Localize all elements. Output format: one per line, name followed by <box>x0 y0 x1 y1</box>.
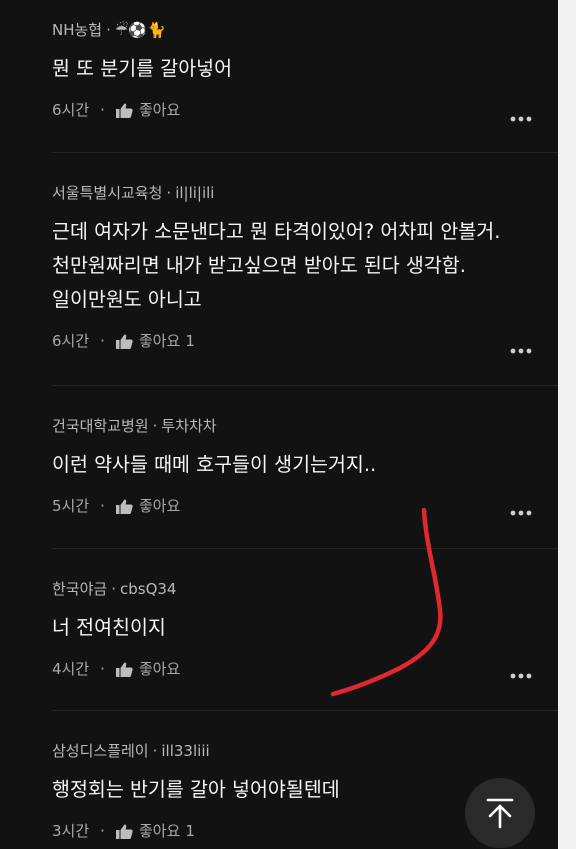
comment-time: 3시간 <box>52 822 90 840</box>
meta-separator: · <box>152 417 158 435</box>
meta-separator: · <box>100 332 105 350</box>
author-affiliation[interactable]: 건국대학교병원 <box>52 417 149 435</box>
comment-text: 이런 약사들 때메 호구들이 생기는거지.. <box>52 448 558 482</box>
author-nickname[interactable]: ☔⚽🐈 <box>115 21 166 39</box>
right-edge-strip <box>558 0 576 849</box>
meta-separator: · <box>106 21 111 39</box>
comment-time: 6시간 <box>52 101 90 119</box>
meta-separator: · <box>100 497 105 515</box>
comment-meta: 건국대학교병원 · 투차차차 <box>52 416 558 436</box>
comment-text-line: 너 전여친이지 <box>52 616 166 639</box>
like-button[interactable]: 좋아요 <box>139 331 180 351</box>
meta-separator: · <box>166 184 172 202</box>
comment-text-line: 일이만원도 아니고 <box>52 288 202 311</box>
author-affiliation[interactable]: 한국야금 <box>52 580 107 598</box>
author-affiliation[interactable]: 서울특별시교육청 <box>52 184 162 202</box>
like-button[interactable]: 좋아요 <box>139 659 180 679</box>
more-dots-icon[interactable] <box>510 348 532 354</box>
comment-divider <box>52 152 558 153</box>
comment-divider <box>52 710 558 711</box>
comment-text: 너 전여친이지 <box>52 611 558 645</box>
comment-item: 한국야금 · cbsQ34 너 전여친이지 4시간 · 좋아요 <box>52 579 558 679</box>
like-button[interactable]: 좋아요 <box>139 821 180 841</box>
thumbs-up-icon[interactable] <box>115 334 133 349</box>
meta-separator: · <box>100 822 105 840</box>
comment-meta: NH농협 · ☔⚽🐈 <box>52 20 558 40</box>
thumbs-up-icon[interactable] <box>115 103 133 118</box>
comment-text-line: 뭔 또 분기를 갈아넣어 <box>52 57 233 80</box>
comment-meta: 서울특별시교육청 · il|li|ili <box>52 183 558 203</box>
comment-text-line: 근데 여자가 소문낸다고 뭔 타격이있어? 어차피 안볼거. <box>52 220 501 243</box>
author-nickname[interactable]: 투차차차 <box>161 417 216 435</box>
author-affiliation[interactable]: NH농협 <box>52 21 102 39</box>
comment-actions: 5시간 · 좋아요 <box>52 496 558 516</box>
author-nickname[interactable]: il|li|ili <box>175 184 214 202</box>
comment-actions: 6시간 · 좋아요 1 <box>52 331 558 351</box>
more-dots-icon[interactable] <box>510 673 532 679</box>
comment-text: 뭔 또 분기를 갈아넣어 <box>52 52 558 86</box>
author-affiliation[interactable]: 삼성디스플레이 <box>52 742 149 760</box>
meta-separator: · <box>100 660 105 678</box>
meta-separator: · <box>100 101 105 119</box>
comment-actions: 4시간 · 좋아요 <box>52 659 558 679</box>
scroll-to-top-button[interactable] <box>465 778 535 848</box>
comment-meta: 한국야금 · cbsQ34 <box>52 579 558 599</box>
more-dots-icon[interactable] <box>510 116 532 122</box>
like-count: 1 <box>185 822 195 840</box>
author-nickname[interactable]: cbsQ34 <box>120 580 176 598</box>
comment-text-line: 이런 약사들 때메 호구들이 생기는거지.. <box>52 453 377 476</box>
comment-time: 4시간 <box>52 660 90 678</box>
comment-divider <box>52 385 558 386</box>
comment-item: 건국대학교병원 · 투차차차 이런 약사들 때메 호구들이 생기는거지.. 5시간 ·… <box>52 416 558 516</box>
author-nickname[interactable]: ill33liii <box>161 742 209 760</box>
thumbs-up-icon[interactable] <box>115 824 133 839</box>
like-button[interactable]: 좋아요 <box>139 496 180 516</box>
comment-meta: 삼성디스플레이 · ill33liii <box>52 741 558 761</box>
meta-separator: · <box>111 580 116 598</box>
thumbs-up-icon[interactable] <box>115 662 133 677</box>
comment-actions: 6시간 · 좋아요 <box>52 100 558 120</box>
like-button[interactable]: 좋아요 <box>139 100 180 120</box>
comment-text-line: 천만원짜리면 내가 받고싶으면 받아도 된다 생각함. <box>52 254 466 277</box>
comment-item: 서울특별시교육청 · il|li|ili 근데 여자가 소문낸다고 뭔 타격이있어?… <box>52 183 558 354</box>
like-count: 1 <box>185 332 195 350</box>
thumbs-up-icon[interactable] <box>115 499 133 514</box>
comment-time: 5시간 <box>52 497 90 515</box>
comment-divider <box>52 548 558 549</box>
comment-item: NH농협 · ☔⚽🐈 뭔 또 분기를 갈아넣어 6시간 · 좋아요 <box>52 20 558 122</box>
meta-separator: · <box>152 742 158 760</box>
comment-time: 6시간 <box>52 332 90 350</box>
more-dots-icon[interactable] <box>510 510 532 516</box>
arrow-up-to-top-icon <box>486 798 514 829</box>
comment-text: 근데 여자가 소문낸다고 뭔 타격이있어? 어차피 안볼거. 천만원짜리면 내가… <box>52 215 558 317</box>
